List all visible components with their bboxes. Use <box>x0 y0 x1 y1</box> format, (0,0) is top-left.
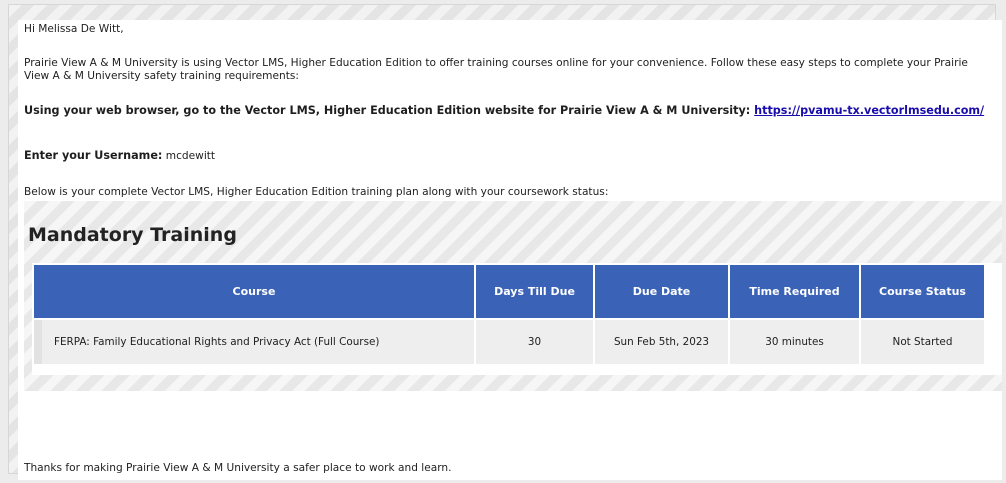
greeting: Hi Melissa De Witt, <box>24 23 124 35</box>
section-title: Mandatory Training <box>28 224 237 246</box>
step-visit-website-text: Using your web browser, go to the Vector… <box>24 104 751 117</box>
plan-intro: Below is your complete Vector LMS, Highe… <box>24 186 609 198</box>
username-label: Enter your Username: <box>24 149 163 162</box>
step-username: Enter your Username: mcdewitt <box>24 149 994 163</box>
course-status-cell: Not Started <box>861 320 984 364</box>
time-required-cell: 30 minutes <box>730 320 859 364</box>
table-header-row: Course Days Till Due Due Date Time Requi… <box>34 265 984 318</box>
days-till-due-cell: 30 <box>476 320 593 364</box>
due-date-cell: Sun Feb 5th, 2023 <box>595 320 728 364</box>
mandatory-training-section: Mandatory Training Course Days Till Due … <box>24 201 1002 391</box>
training-table: Course Days Till Due Due Date Time Requi… <box>32 263 986 366</box>
column-header-days-till-due: Days Till Due <box>476 265 593 318</box>
lms-website-link[interactable]: https://pvamu-tx.vectorlmsedu.com/ <box>754 104 984 117</box>
username-value: mcdewitt <box>165 150 216 162</box>
course-name-cell: FERPA: Family Educational Rights and Pri… <box>34 320 474 364</box>
column-header-due-date: Due Date <box>595 265 728 318</box>
column-header-course-status: Course Status <box>861 265 984 318</box>
table-row: FERPA: Family Educational Rights and Pri… <box>34 320 984 364</box>
intro-paragraph: Prairie View A & M University is using V… <box>24 57 968 82</box>
training-table-wrap: Course Days Till Due Due Date Time Requi… <box>32 263 1002 375</box>
email-body: Hi Melissa De Witt, Prairie View A & M U… <box>18 20 1002 480</box>
step-visit-website: Using your web browser, go to the Vector… <box>24 104 994 117</box>
closing-line: Thanks for making Prairie View A & M Uni… <box>24 462 452 474</box>
column-header-course: Course <box>34 265 474 318</box>
column-header-time-required: Time Required <box>730 265 859 318</box>
